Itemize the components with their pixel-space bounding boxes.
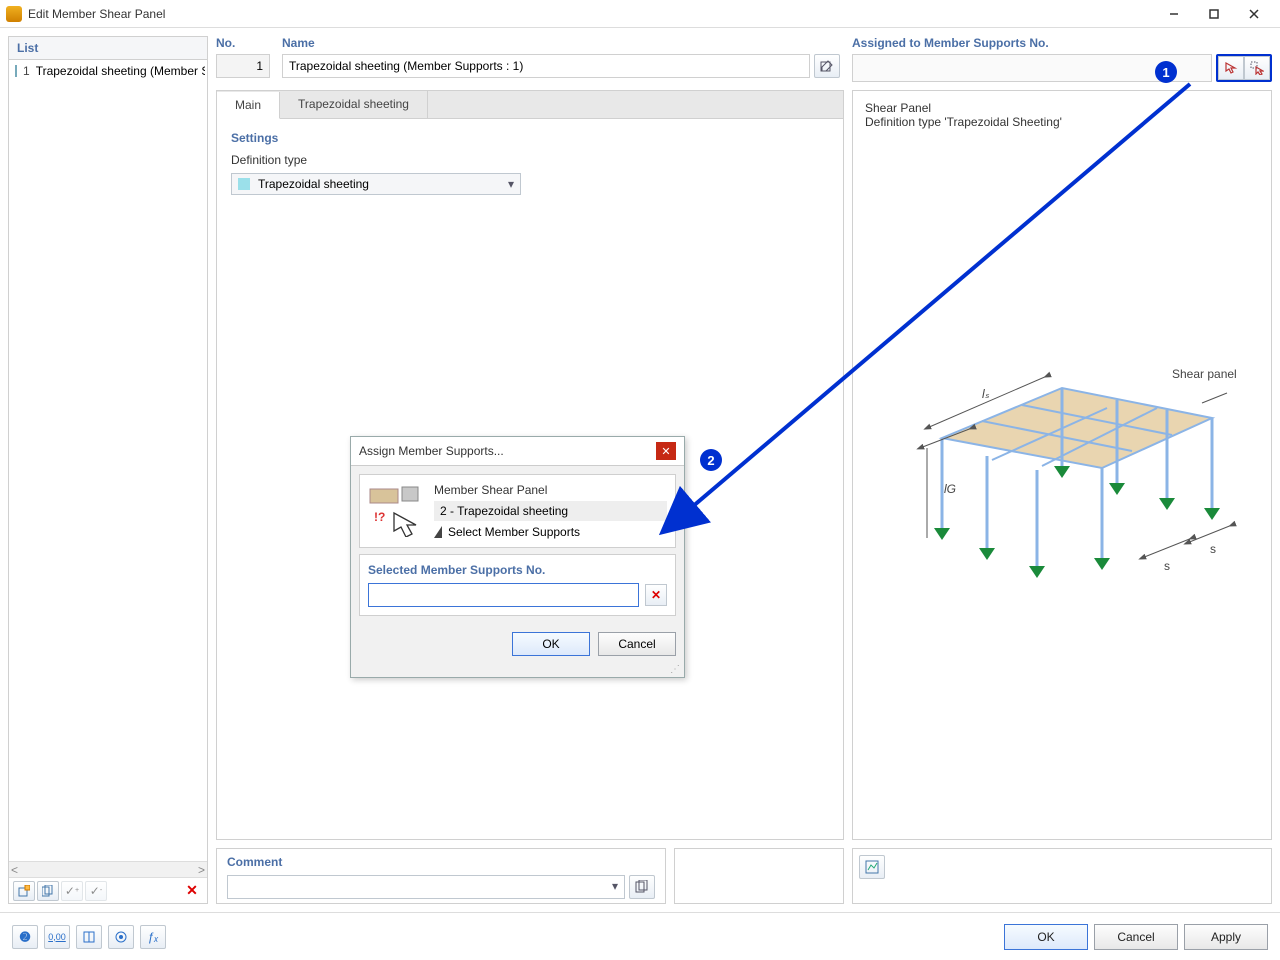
apply-button[interactable]: Apply	[1184, 924, 1268, 950]
tab-trapezoidal-sheeting[interactable]: Trapezoidal sheeting	[280, 91, 428, 118]
preview-label-s2: s	[1210, 542, 1216, 556]
name-input[interactable]: Trapezoidal sheeting (Member Supports : …	[282, 54, 810, 78]
callout-badge-1: 1	[1155, 61, 1177, 83]
preview-label-lg: lG	[944, 482, 956, 496]
assign-pick-buttons	[1216, 54, 1272, 82]
ok-button[interactable]: OK	[1004, 924, 1088, 950]
cancel-button[interactable]: Cancel	[1094, 924, 1178, 950]
assign-line3: Select Member Supports	[448, 525, 580, 539]
preview-label-s1: s	[1164, 559, 1170, 573]
copy-item-button[interactable]	[37, 881, 59, 901]
callout-badge-2: 2	[700, 449, 722, 471]
window-titlebar: Edit Member Shear Panel	[0, 0, 1280, 28]
preview-label-ls: lₛ	[982, 387, 990, 401]
chevron-down-icon: ▾	[612, 879, 618, 895]
assign-line1: Member Shear Panel	[434, 483, 667, 497]
definition-type-label: Definition type	[231, 153, 829, 167]
spare-panel	[674, 848, 844, 904]
svg-text:!?: !?	[374, 510, 385, 524]
select-individually-button[interactable]	[1218, 56, 1244, 80]
list-horizontal-scrollbar[interactable]: <>	[9, 861, 207, 877]
comment-input[interactable]: ▾	[227, 875, 625, 899]
no-label: No.	[216, 36, 270, 50]
preview-title: Shear Panel	[865, 101, 1259, 115]
units-button[interactable]: 0,00	[44, 925, 70, 949]
new-item-button[interactable]	[13, 881, 35, 901]
script-button[interactable]: ƒₓ	[140, 925, 166, 949]
minimize-button[interactable]	[1154, 0, 1194, 28]
clear-selection-button[interactable]: ✕	[645, 584, 667, 606]
selected-supports-input[interactable]	[368, 583, 639, 607]
model-button[interactable]	[76, 925, 102, 949]
definition-type-value: Trapezoidal sheeting	[258, 177, 508, 191]
preview-panel: Shear Panel Definition type 'Trapezoidal…	[852, 90, 1272, 840]
no-value: 1	[216, 54, 270, 78]
comment-library-button[interactable]	[629, 875, 655, 899]
app-icon	[6, 6, 22, 22]
assign-line2: 2 - Trapezoidal sheeting	[434, 501, 667, 521]
maximize-button[interactable]	[1194, 0, 1234, 28]
triangle-icon	[434, 526, 442, 538]
edit-name-button[interactable]	[814, 54, 840, 78]
selected-supports-label: Selected Member Supports No.	[368, 563, 667, 577]
assign-selected-box: Selected Member Supports No. ✕	[359, 554, 676, 616]
delete-item-button[interactable]: ✕	[181, 881, 203, 901]
list-header: List	[9, 37, 207, 60]
help-button[interactable]: ➋	[12, 925, 38, 949]
list-item-number: 1	[23, 64, 30, 78]
toggle-preview-button[interactable]	[859, 855, 885, 879]
name-label: Name	[282, 36, 840, 50]
assign-illustration-icon: !?	[368, 483, 424, 537]
color-swatch	[238, 178, 250, 190]
exclude-button[interactable]: ✓-	[85, 881, 107, 901]
assign-cancel-button[interactable]: Cancel	[598, 632, 676, 656]
include-button[interactable]: ✓+	[61, 881, 83, 901]
select-window-button[interactable]	[1244, 56, 1270, 80]
chevron-down-icon: ▾	[508, 177, 514, 191]
preview-image: Shear panel lₛ lG s s	[865, 137, 1259, 829]
assign-dialog-title: Assign Member Supports...	[359, 444, 656, 458]
list-toolbar: ✓+ ✓- ✕	[9, 877, 207, 903]
list-item-label: Trapezoidal sheeting (Member S	[36, 64, 205, 78]
view-button[interactable]	[108, 925, 134, 949]
assign-member-supports-dialog: Assign Member Supports... ✕ !? Member Sh…	[350, 436, 685, 678]
comment-label: Comment	[227, 855, 655, 869]
assign-ok-button[interactable]: OK	[512, 632, 590, 656]
comment-panel: Comment ▾	[216, 848, 666, 904]
list-body: 1 Trapezoidal sheeting (Member S	[9, 60, 207, 861]
preview-subtitle: Definition type 'Trapezoidal Sheeting'	[865, 115, 1259, 129]
list-item[interactable]: 1 Trapezoidal sheeting (Member S	[11, 62, 205, 80]
preview-label-shear-panel: Shear panel	[1172, 367, 1237, 381]
definition-type-select[interactable]: Trapezoidal sheeting ▾	[231, 173, 521, 195]
dialog-footer: ➋ 0,00 ƒₓ OK Cancel Apply	[0, 912, 1280, 960]
resize-grip[interactable]: ⋰	[351, 664, 684, 677]
comment-value	[234, 879, 612, 895]
window-title: Edit Member Shear Panel	[28, 7, 1154, 21]
list-panel: List 1 Trapezoidal sheeting (Member S <>…	[8, 36, 208, 904]
preview-toolbar-panel	[852, 848, 1272, 904]
close-button[interactable]	[1234, 0, 1274, 28]
assign-info-box: !? Member Shear Panel 2 - Trapezoidal sh…	[359, 474, 676, 548]
assign-dialog-close-button[interactable]: ✕	[656, 442, 676, 460]
settings-title: Settings	[231, 131, 829, 145]
color-swatch	[15, 65, 17, 77]
assigned-label: Assigned to Member Supports No.	[852, 36, 1272, 50]
tab-main[interactable]: Main	[217, 92, 280, 119]
